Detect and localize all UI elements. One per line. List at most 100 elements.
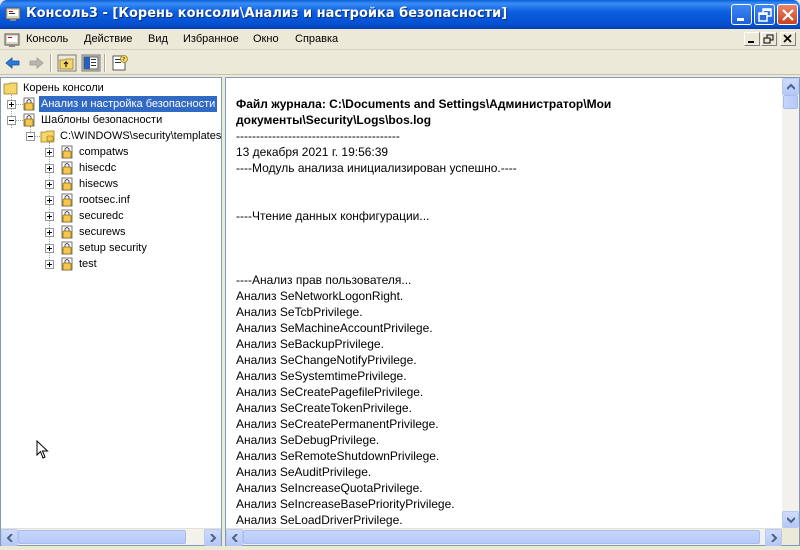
menu-window[interactable]: Окно <box>253 33 279 45</box>
tree-node-template[interactable]: rootsec.inf <box>59 192 132 208</box>
tree-horizontal-scrollbar[interactable] <box>1 528 221 546</box>
console-tree-pane[interactable]: Корень консоли Анализ и настройка безопа… <box>0 77 222 546</box>
log-line: ----Анализ прав пользователя... <box>236 273 412 287</box>
tree-expand-button[interactable] <box>45 180 54 189</box>
restore-button[interactable] <box>754 4 775 25</box>
console-tree[interactable]: Корень консоли Анализ и настройка безопа… <box>1 78 221 528</box>
mmc-window: Консоль3 - [Корень консоли\Анализ и наст… <box>0 0 800 550</box>
log-content[interactable]: Файл журнала: C:\Documents and Settings\… <box>236 96 776 528</box>
tree-node-label: hisecdc <box>79 162 117 174</box>
toolbar: ? <box>0 51 800 75</box>
close-button[interactable] <box>777 4 798 25</box>
menu-action[interactable]: Действие <box>84 33 132 45</box>
log-horizontal-scrollbar[interactable] <box>226 528 782 546</box>
security-template-icon <box>61 257 73 271</box>
tree-node-template[interactable]: hisecdc <box>59 160 118 176</box>
tree-node-template[interactable]: compatws <box>59 144 131 160</box>
log-line: Анализ SeBackupPrivilege. <box>236 337 384 351</box>
log-line: Анализ SeRemoteShutdownPrivilege. <box>236 449 440 463</box>
menu-bar: Консоль Действие Вид Избранное Окно Спра… <box>0 29 800 50</box>
tree-collapse-button[interactable] <box>7 116 16 125</box>
back-arrow-icon[interactable] <box>3 54 23 72</box>
toolbar-separator <box>104 54 106 72</box>
security-template-icon <box>23 113 35 127</box>
menu-help[interactable]: Справка <box>295 33 338 45</box>
log-vertical-scrollbar[interactable] <box>782 78 799 528</box>
scroll-left-button[interactable] <box>1 529 18 546</box>
security-template-icon <box>61 193 73 207</box>
help-icon[interactable]: ? <box>110 54 130 72</box>
mmc-console-icon[interactable] <box>5 6 21 22</box>
mmc-console-icon[interactable] <box>4 32 20 48</box>
scroll-down-button[interactable] <box>782 511 799 528</box>
log-line: Анализ SeChangeNotifyPrivilege. <box>236 353 417 367</box>
tree-node-label: Шаблоны безопасности <box>41 114 163 126</box>
tree-node-template[interactable]: setup security <box>59 240 149 256</box>
minimize-icon <box>748 41 754 43</box>
tree-expand-button[interactable] <box>7 100 16 109</box>
minimize-button[interactable] <box>731 4 752 25</box>
mouse-pointer-icon <box>36 440 49 459</box>
log-lines: ----------------------------------------… <box>236 128 776 528</box>
menu-view[interactable]: Вид <box>148 33 168 45</box>
up-folder-icon[interactable] <box>57 54 77 72</box>
tree-node-templates[interactable]: Шаблоны безопасности <box>21 112 164 128</box>
scroll-thumb[interactable] <box>18 530 186 544</box>
show-hide-tree-icon[interactable] <box>81 54 101 72</box>
menu-favorites[interactable]: Избранное <box>183 33 239 45</box>
restore-icon <box>763 34 774 44</box>
log-line: Анализ SeTcbPrivilege. <box>236 305 363 319</box>
scroll-up-button[interactable] <box>782 78 799 95</box>
restore-icon <box>758 8 772 22</box>
tree-expand-button[interactable] <box>45 244 54 253</box>
security-template-icon <box>61 145 73 159</box>
folder-icon <box>3 82 18 95</box>
arrow-up-icon <box>787 83 795 90</box>
scroll-thumb[interactable] <box>783 95 798 109</box>
log-line: Анализ SeCreateTokenPrivilege. <box>236 401 412 415</box>
tree-expand-button[interactable] <box>45 260 54 269</box>
log-line: ----Чтение данных конфигурации... <box>236 209 430 223</box>
security-template-icon <box>61 209 73 223</box>
tree-node-root[interactable]: Корень консоли <box>3 80 106 96</box>
tree-expand-button[interactable] <box>45 212 54 221</box>
tree-node-templates-path[interactable]: C:\WINDOWS\security\templates <box>40 128 221 144</box>
arrow-right-icon <box>210 534 217 542</box>
log-title-line: Файл журнала: C:\Documents and Settings\… <box>236 97 612 111</box>
log-line: ----------------------------------------… <box>236 129 400 143</box>
tree-collapse-button[interactable] <box>26 132 35 141</box>
tree-expand-button[interactable] <box>45 196 54 205</box>
arrow-left-icon <box>231 534 238 542</box>
log-line: Анализ SeCreatePermanentPrivilege. <box>236 417 439 431</box>
scroll-left-button[interactable] <box>226 529 243 546</box>
tree-node-label: securedc <box>79 210 124 222</box>
tree-node-analysis[interactable]: Анализ и настройка безопасности <box>21 96 218 112</box>
child-minimize-button[interactable] <box>744 32 760 46</box>
scroll-thumb[interactable] <box>243 530 760 544</box>
window-title: Консоль3 - [Корень консоли\Анализ и наст… <box>26 6 508 21</box>
tree-node-template[interactable]: test <box>59 256 99 272</box>
menu-console[interactable]: Консоль <box>26 33 68 45</box>
log-view-pane[interactable]: Файл журнала: C:\Documents and Settings\… <box>225 77 800 546</box>
log-line: Анализ SeNetworkLogonRight. <box>236 289 404 303</box>
tree-expand-button[interactable] <box>45 148 54 157</box>
tree-node-template[interactable]: securews <box>59 224 127 240</box>
tree-node-label: securews <box>79 226 126 238</box>
arrow-down-icon <box>787 517 795 524</box>
tree-node-template[interactable]: hisecws <box>59 176 120 192</box>
security-template-icon <box>61 161 73 175</box>
tree-expand-button[interactable] <box>45 164 54 173</box>
tree-expand-button[interactable] <box>45 228 54 237</box>
tree-node-label: setup security <box>79 242 147 254</box>
tree-node-template[interactable]: securedc <box>59 208 126 224</box>
forward-arrow-icon[interactable] <box>26 54 46 72</box>
scroll-right-button[interactable] <box>204 529 221 546</box>
tree-node-label: Корень консоли <box>23 82 104 94</box>
tree-node-label: C:\WINDOWS\security\templates <box>60 130 221 142</box>
child-close-button[interactable] <box>780 32 796 46</box>
title-bar[interactable]: Консоль3 - [Корень консоли\Анализ и наст… <box>0 0 800 29</box>
child-restore-button[interactable] <box>761 32 777 46</box>
scroll-right-button[interactable] <box>765 529 782 546</box>
